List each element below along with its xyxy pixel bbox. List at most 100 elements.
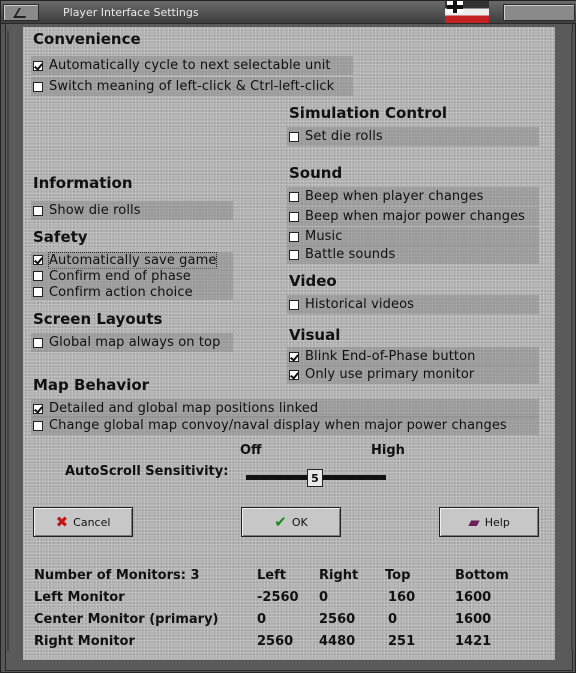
ok-check-icon: ✔ — [274, 513, 287, 531]
section-title-safety: Safety — [33, 228, 88, 246]
option-auto-save[interactable]: Automatically save game — [31, 251, 233, 269]
option-label: Set die rolls — [305, 129, 383, 144]
help-book-icon: ▰ — [468, 513, 480, 531]
option-primary-monitor[interactable]: Only use primary monitor — [287, 365, 539, 384]
window-title: Player Interface Settings — [63, 6, 199, 19]
option-beep-player[interactable]: Beep when player changes — [287, 187, 539, 206]
autoscroll-label: AutoScroll Sensitivity: — [65, 464, 229, 479]
flag-icon — [445, 1, 489, 23]
checkbox-beep-major-power[interactable] — [289, 211, 299, 222]
monitor-row-right: 0 — [319, 590, 329, 605]
option-historical-videos[interactable]: Historical videos — [287, 295, 539, 314]
option-label: Change global map convoy/naval display w… — [49, 418, 507, 433]
option-label: Battle sounds — [305, 247, 396, 262]
monitor-row-right: 2560 — [319, 612, 356, 627]
ok-label: OK — [291, 515, 308, 529]
monitor-row-left: 0 — [257, 612, 267, 627]
option-label: Detailed and global map positions linked — [49, 401, 319, 416]
autoscroll-slider-thumb[interactable]: 5 — [307, 469, 323, 487]
option-label: Switch meaning of left-click & Ctrl-left… — [49, 79, 335, 94]
checkbox-auto-cycle[interactable] — [33, 60, 43, 71]
cancel-label: Cancel — [73, 515, 111, 529]
slider-max-label: High — [371, 443, 405, 458]
option-music[interactable]: Music — [287, 227, 539, 246]
section-title-information: Information — [33, 174, 133, 192]
monitor-row-bottom: 1421 — [455, 634, 492, 649]
monitor-row-bottom: 1600 — [455, 612, 492, 627]
option-confirm-action[interactable]: Confirm action choice — [31, 284, 233, 300]
section-title-simulation: Simulation Control — [289, 104, 448, 122]
monitor-row-name: Center Monitor (primary) — [34, 612, 219, 627]
option-label: Confirm action choice — [49, 284, 193, 300]
checkbox-beep-player[interactable] — [289, 191, 299, 202]
checkbox-auto-save[interactable] — [33, 255, 43, 265]
option-beep-major-power[interactable]: Beep when major power changes — [287, 207, 539, 226]
section-title-sound: Sound — [289, 164, 343, 182]
monitor-row-right: 4480 — [319, 634, 356, 649]
col-header-right: Right — [319, 568, 359, 583]
monitor-row-bottom: 1600 — [455, 590, 492, 605]
monitor-row-top: 0 — [388, 612, 398, 627]
option-label: Show die rolls — [49, 203, 141, 218]
option-label: Music — [305, 229, 343, 244]
option-confirm-end-phase[interactable]: Confirm end of phase — [31, 268, 233, 284]
monitor-row-left: 2560 — [257, 634, 294, 649]
col-header-left: Left — [257, 568, 286, 583]
checkbox-maps-linked[interactable] — [33, 403, 43, 414]
col-header-top: Top — [385, 568, 411, 583]
help-button[interactable]: ▰ Help — [439, 507, 539, 537]
monitors-count-header: Number of Monitors: 3 — [34, 568, 200, 583]
checkbox-blink-eop[interactable] — [289, 351, 299, 362]
close-button[interactable] — [503, 4, 575, 21]
option-switch-click[interactable]: Switch meaning of left-click & Ctrl-left… — [31, 77, 353, 96]
option-show-die-rolls[interactable]: Show die rolls — [31, 201, 233, 220]
option-label: Automatically save game — [47, 251, 218, 269]
settings-window: Player Interface Settings Convenience Au… — [0, 0, 576, 673]
section-title-video: Video — [289, 272, 337, 290]
monitor-row-name: Right Monitor — [34, 634, 135, 649]
section-title-map-behavior: Map Behavior — [33, 376, 150, 394]
option-label: Beep when player changes — [305, 189, 484, 204]
option-auto-cycle[interactable]: Automatically cycle to next selectable u… — [31, 56, 353, 75]
col-header-bottom: Bottom — [455, 568, 509, 583]
option-label: Beep when major power changes — [305, 209, 526, 224]
checkbox-confirm-action[interactable] — [33, 287, 43, 297]
left-frame-rail — [7, 31, 21, 651]
help-label: Help — [484, 515, 510, 529]
option-set-die-rolls[interactable]: Set die rolls — [287, 127, 539, 146]
option-battle-sounds[interactable]: Battle sounds — [287, 245, 539, 264]
checkbox-historical-videos[interactable] — [289, 299, 299, 310]
checkbox-show-die-rolls[interactable] — [33, 205, 43, 216]
right-frame-rail — [559, 31, 573, 651]
option-convoy-display[interactable]: Change global map convoy/naval display w… — [31, 416, 539, 435]
cancel-button[interactable]: ✖ Cancel — [33, 507, 133, 537]
checkbox-battle-sounds[interactable] — [289, 249, 299, 260]
ok-button[interactable]: ✔ OK — [241, 507, 341, 537]
option-blink-eop[interactable]: Blink End-of-Phase button — [287, 347, 539, 366]
checkbox-primary-monitor[interactable] — [289, 369, 299, 380]
minimize-button[interactable] — [3, 4, 39, 21]
section-title-visual: Visual — [289, 326, 341, 344]
option-label: Only use primary monitor — [305, 367, 475, 382]
checkbox-confirm-end-phase[interactable] — [33, 271, 43, 281]
monitor-row-top: 160 — [388, 590, 416, 605]
monitor-row-name: Left Monitor — [34, 590, 125, 605]
cancel-x-icon: ✖ — [55, 513, 69, 531]
monitor-row-top: 251 — [388, 634, 416, 649]
option-label: Confirm end of phase — [49, 268, 191, 284]
monitor-row-left: -2560 — [257, 590, 299, 605]
option-label: Blink End-of-Phase button — [305, 349, 476, 364]
option-label: Automatically cycle to next selectable u… — [49, 58, 331, 73]
checkbox-convoy-display[interactable] — [33, 420, 43, 431]
title-bar[interactable]: Player Interface Settings — [1, 1, 576, 24]
option-label: Historical videos — [305, 297, 415, 312]
checkbox-switch-click[interactable] — [33, 81, 43, 92]
option-global-map-top[interactable]: Global map always on top — [31, 333, 233, 352]
checkbox-music[interactable] — [289, 231, 299, 242]
section-title-screen-layouts: Screen Layouts — [33, 310, 163, 328]
section-title-convenience: Convenience — [33, 30, 141, 48]
checkbox-global-map-top[interactable] — [33, 337, 43, 348]
checkbox-set-die-rolls[interactable] — [289, 131, 299, 142]
slider-min-label: Off — [240, 443, 262, 458]
option-label: Global map always on top — [49, 335, 221, 350]
